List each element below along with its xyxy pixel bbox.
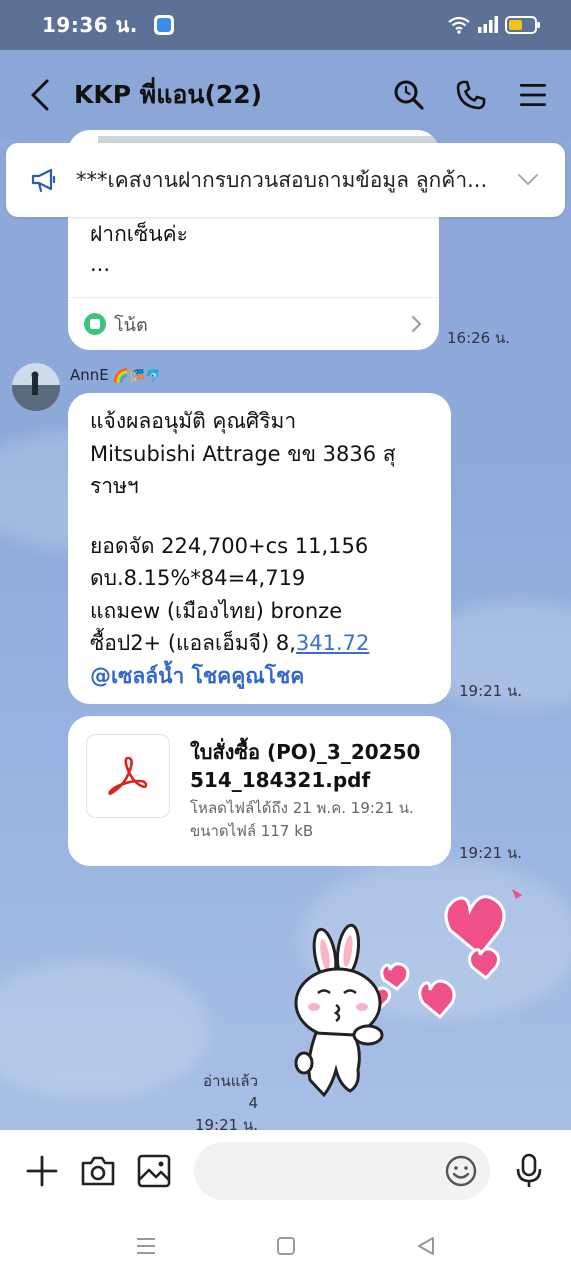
gallery-button[interactable] [134, 1151, 174, 1191]
note-icon [84, 313, 106, 335]
search-icon [394, 80, 424, 110]
file-download-info: โหลดไฟล์ได้ถึง 21 พ.ค. 19:21 น. [190, 799, 414, 817]
file-name-line: ใบสั่งซื้อ (PO)_3_20250 [190, 740, 421, 764]
message-line: แถมew (เมืองไทย) bronze [90, 598, 343, 623]
file-timestamp: 19:21 น. [459, 844, 523, 862]
message-line: ซื้อป2+ (แอลเอ็มจี) 8,341.72 [90, 627, 429, 660]
chat-title: KKP พี่แอน(22) [74, 80, 263, 109]
avatar-photo [12, 363, 60, 411]
announcement-banner[interactable]: ***เคสงานฝากรบกวนสอบถามข้อมูล ลูกค้า... [6, 143, 565, 217]
back-nav-button[interactable] [411, 1231, 441, 1261]
sender-name-text: AnnE [70, 366, 109, 384]
announcement-text: ***เคสงานฝากรบกวนสอบถามข้อมูล ลูกค้า... [76, 167, 488, 192]
microphone-icon [516, 1153, 542, 1187]
pdf-thumbnail [86, 734, 170, 818]
message-field[interactable] [194, 1142, 490, 1200]
add-button[interactable] [22, 1151, 62, 1191]
phone-icon [456, 80, 486, 110]
battery-icon [505, 16, 540, 34]
square-icon [276, 1237, 295, 1255]
sender-avatar[interactable] [12, 363, 60, 411]
mention-link[interactable]: @เซลล์น้ำ โชคคูณโชค [90, 660, 429, 693]
chevron-right-icon [412, 316, 422, 332]
signal-icon [478, 16, 498, 33]
recent-apps-button[interactable] [131, 1231, 161, 1261]
read-receipt: อ่านแล้ว 4 19:21 น. [190, 1070, 258, 1136]
chevron-left-icon [31, 79, 49, 111]
file-message-bubble[interactable]: ใบสั่งซื้อ (PO)_3_20250 514_184321.pdf โ… [68, 716, 451, 866]
hamburger-menu-icon [520, 84, 546, 106]
note-footer-label: โน้ต [114, 314, 148, 336]
camera-button[interactable] [78, 1151, 118, 1191]
plus-icon [26, 1155, 58, 1187]
back-button[interactable] [20, 75, 60, 115]
wifi-icon [448, 16, 470, 34]
voice-button[interactable] [509, 1151, 549, 1191]
note-footer[interactable]: โน้ต [68, 297, 439, 350]
sender-name: AnnE 🌈🎏🐬 [70, 366, 161, 384]
message-line: ยอดจัด 224,700+cs 11,156 [90, 533, 369, 558]
text-message-bubble[interactable]: แจ้งผลอนุมัติ คุณศิริมา Mitsubishi Attra… [68, 393, 451, 704]
kissing-bunny-sticker[interactable] [280, 885, 540, 1105]
file-meta: โหลดไฟล์ได้ถึง 21 พ.ค. 19:21 น. ขนาดไฟล์… [190, 797, 414, 843]
note-text-line: ฝากเซ็นค่ะ [90, 222, 188, 246]
status-time: 19:36 น. [42, 13, 138, 37]
message-timestamp: 19:21 น. [459, 682, 523, 700]
app-notification-icon [153, 15, 174, 35]
message-line: ดบ.8.15%*84=4,719 [90, 566, 306, 590]
home-button[interactable] [271, 1231, 301, 1261]
file-size-info: ขนาดไฟล์ 117 kB [190, 822, 314, 840]
camera-icon [81, 1156, 115, 1186]
megaphone-icon [31, 168, 56, 193]
message-line-text: ซื้อป2+ (แอลเอ็มจี) 8, [90, 631, 296, 655]
image-icon [137, 1154, 171, 1188]
pdf-icon [108, 756, 148, 795]
message-line: ราษฯ [90, 474, 139, 498]
file-name: ใบสั่งซื้อ (PO)_3_20250 514_184321.pdf [190, 738, 420, 794]
search-button[interactable] [391, 77, 427, 113]
message-input-bar [0, 1130, 571, 1212]
sender-name-emoji: 🌈🎏🐬 [112, 369, 162, 384]
system-navigation-bar [0, 1212, 571, 1280]
read-count: อ่านแล้ว 4 [203, 1072, 258, 1112]
note-text-ellipsis: ... [90, 252, 111, 276]
phone-number-link[interactable]: 341.72 [296, 631, 369, 655]
chevron-down-icon[interactable] [517, 173, 539, 187]
call-button[interactable] [453, 77, 489, 113]
note-timestamp: 16:26 น. [447, 329, 511, 347]
status-bar: 19:36 น. [0, 0, 571, 50]
message-input[interactable] [194, 1142, 434, 1200]
chat-header: KKP พี่แอน(22) [0, 50, 571, 140]
menu-button[interactable] [515, 77, 551, 113]
triangle-back-icon [417, 1237, 434, 1255]
emoji-icon[interactable] [444, 1154, 478, 1188]
message-line: Mitsubishi Attrage ขข 3836 สุ [90, 441, 396, 466]
message-line: แจ้งผลอนุมัติ คุณศิริมา [90, 409, 297, 433]
menu-lines-icon [136, 1238, 155, 1254]
file-name-line: 514_184321.pdf [190, 768, 371, 792]
